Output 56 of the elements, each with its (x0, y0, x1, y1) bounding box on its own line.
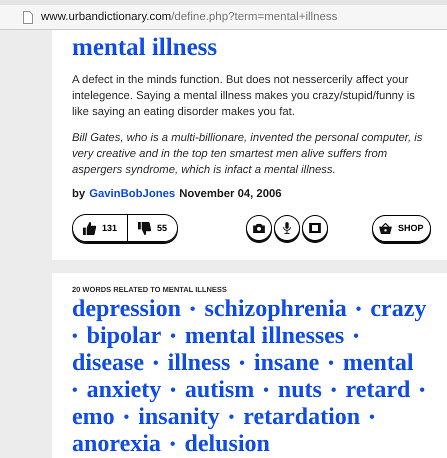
upvote-button[interactable]: 131 (73, 215, 128, 241)
downvote-button[interactable]: 55 (127, 215, 178, 241)
separator-dot: • (190, 300, 196, 320)
example-text: Bill Gates, who is a multi-billionare, invented the personal computer, is very creative and in the top ten smartest men alive suffers from aspergers syndrome, which is infact a mental illness. (72, 131, 424, 178)
byline-label: by (72, 188, 86, 200)
related-word-link[interactable]: insanity (138, 404, 220, 431)
url-text: www.urbandictionary.com/define.php?term=mental+illness (41, 11, 338, 23)
separator-dot: • (353, 327, 359, 347)
film-icon (309, 223, 322, 233)
related-word-link[interactable]: disease (72, 350, 144, 377)
related-word-link[interactable]: depression (72, 296, 181, 323)
related-word-link[interactable]: retard (345, 377, 410, 404)
address-bar[interactable]: www.urbandictionary.com/define.php?term=mental+illness (0, 0, 447, 30)
separator-dot: • (263, 381, 269, 401)
related-word-link[interactable]: anxiety (86, 377, 162, 404)
separator-dot: • (72, 381, 78, 401)
related-word-link[interactable]: insane (254, 350, 320, 377)
page-icon (23, 10, 33, 24)
related-word-link[interactable]: delusion (184, 431, 270, 458)
related-word-link[interactable]: retardation (243, 404, 360, 431)
microphone-button[interactable] (274, 215, 300, 241)
thumbs-down-icon (138, 222, 152, 234)
camera-icon (253, 223, 266, 233)
related-word-link[interactable]: mental (342, 350, 414, 377)
post-date: November 04, 2006 (179, 188, 282, 200)
separator-dot: • (153, 354, 159, 374)
separator-dot: • (72, 327, 78, 347)
separator-dot: • (228, 408, 234, 428)
definition-title[interactable]: mental illness (72, 34, 427, 62)
related-word-link[interactable]: emo (72, 404, 115, 431)
separator-dot: • (124, 408, 130, 428)
thumbs-up-icon (83, 222, 96, 234)
video-button[interactable] (302, 215, 328, 241)
separator-dot: • (356, 300, 362, 320)
related-word-link[interactable]: crazy (370, 296, 426, 323)
related-word-link[interactable]: nuts (278, 377, 322, 404)
separator-dot: • (170, 435, 176, 455)
camera-button[interactable] (246, 215, 272, 241)
separator-dot: • (239, 354, 245, 374)
related-word-link[interactable]: schizophrenia (204, 296, 347, 323)
microphone-icon (282, 222, 292, 234)
shop-button[interactable]: SHOP (372, 214, 431, 242)
separator-dot: • (330, 381, 336, 401)
definition-text: A defect in the minds function. But does not nessercerily affect your intelegence. Saying a mental illness makes you crazy/stupid/funny is like saying an eating disorder makes you fat. (72, 73, 416, 120)
related-word-link[interactable]: autism (184, 377, 254, 404)
author-link[interactable]: GavinBobJones (89, 188, 176, 200)
separator-dot: • (328, 354, 334, 374)
separator-dot: • (170, 381, 176, 401)
separator-dot: • (170, 327, 176, 347)
separator-dot: • (419, 381, 425, 401)
separator-dot: • (369, 408, 375, 428)
related-word-link[interactable]: anorexia (72, 431, 161, 458)
related-word-link[interactable]: bipolar (86, 323, 162, 350)
related-word-link[interactable]: illness (168, 350, 230, 377)
related-word-link[interactable]: mental illnesses (184, 323, 344, 350)
basket-icon (379, 222, 392, 234)
